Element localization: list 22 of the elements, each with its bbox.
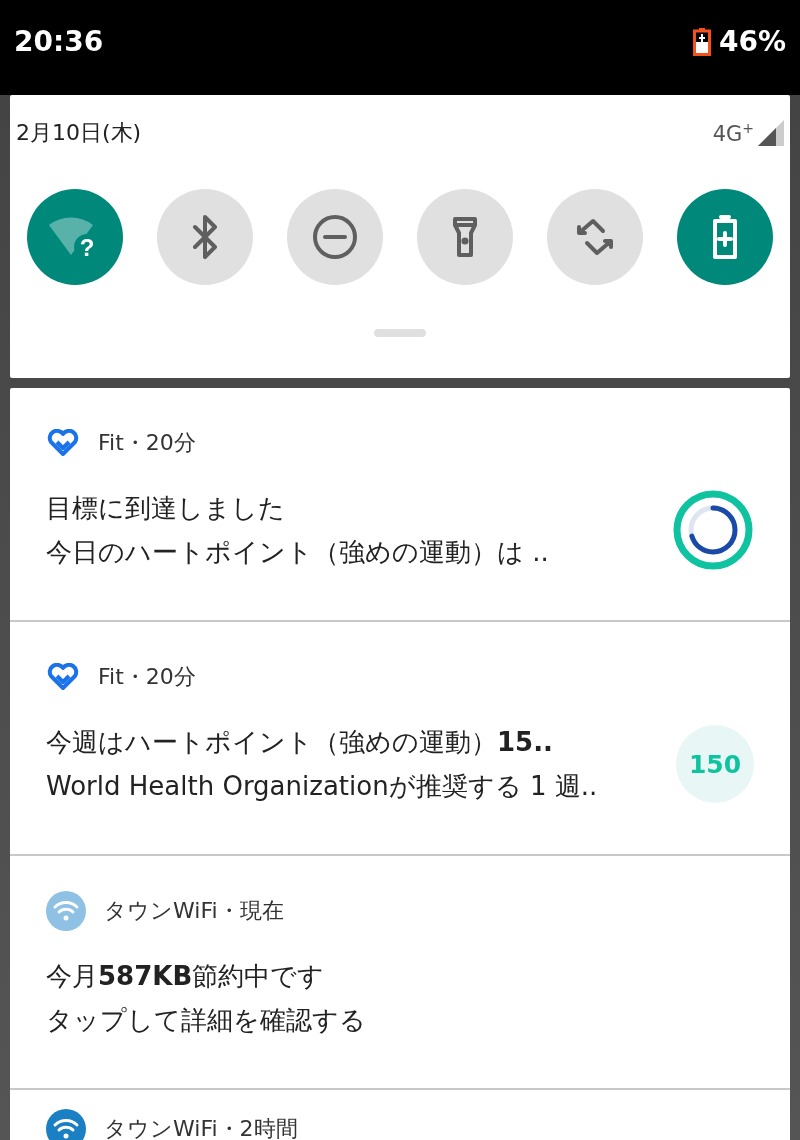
heart-icon: [46, 663, 80, 691]
notification-header: Fit・20分: [98, 663, 196, 691]
notification-text: タップして詳細を確認する: [46, 1004, 366, 1037]
drag-handle[interactable]: [374, 329, 426, 337]
wifi-icon: [46, 891, 86, 931]
notification-header: タウンWiFi・2時間: [104, 1115, 298, 1140]
notification-header: タウンWiFi・現在: [104, 897, 284, 925]
notification-text: World Health Organizationが推奨する 1 週..: [46, 770, 598, 803]
do-not-disturb-icon: [311, 213, 359, 261]
notification-text: 目標に到達しました: [46, 492, 286, 525]
heart-icon: [46, 429, 80, 457]
battery-charging-icon: [692, 27, 711, 56]
points-badge: 150: [676, 725, 754, 803]
date: 2月10日(木): [16, 119, 142, 147]
notification-text: 今週はハートポイント（強めの運動）15..: [46, 726, 554, 759]
battery-percent: 46%: [718, 25, 786, 58]
quick-settings-tile[interactable]: ?: [27, 189, 123, 285]
network-type: 4G$^{+}$: [712, 120, 754, 146]
notification-text: 今日のハートポイント（強めの運動）は ..: [46, 536, 549, 569]
signal-icon: [758, 120, 784, 146]
clock: 20:36: [14, 25, 104, 58]
notification-header: Fit・20分: [98, 429, 196, 457]
